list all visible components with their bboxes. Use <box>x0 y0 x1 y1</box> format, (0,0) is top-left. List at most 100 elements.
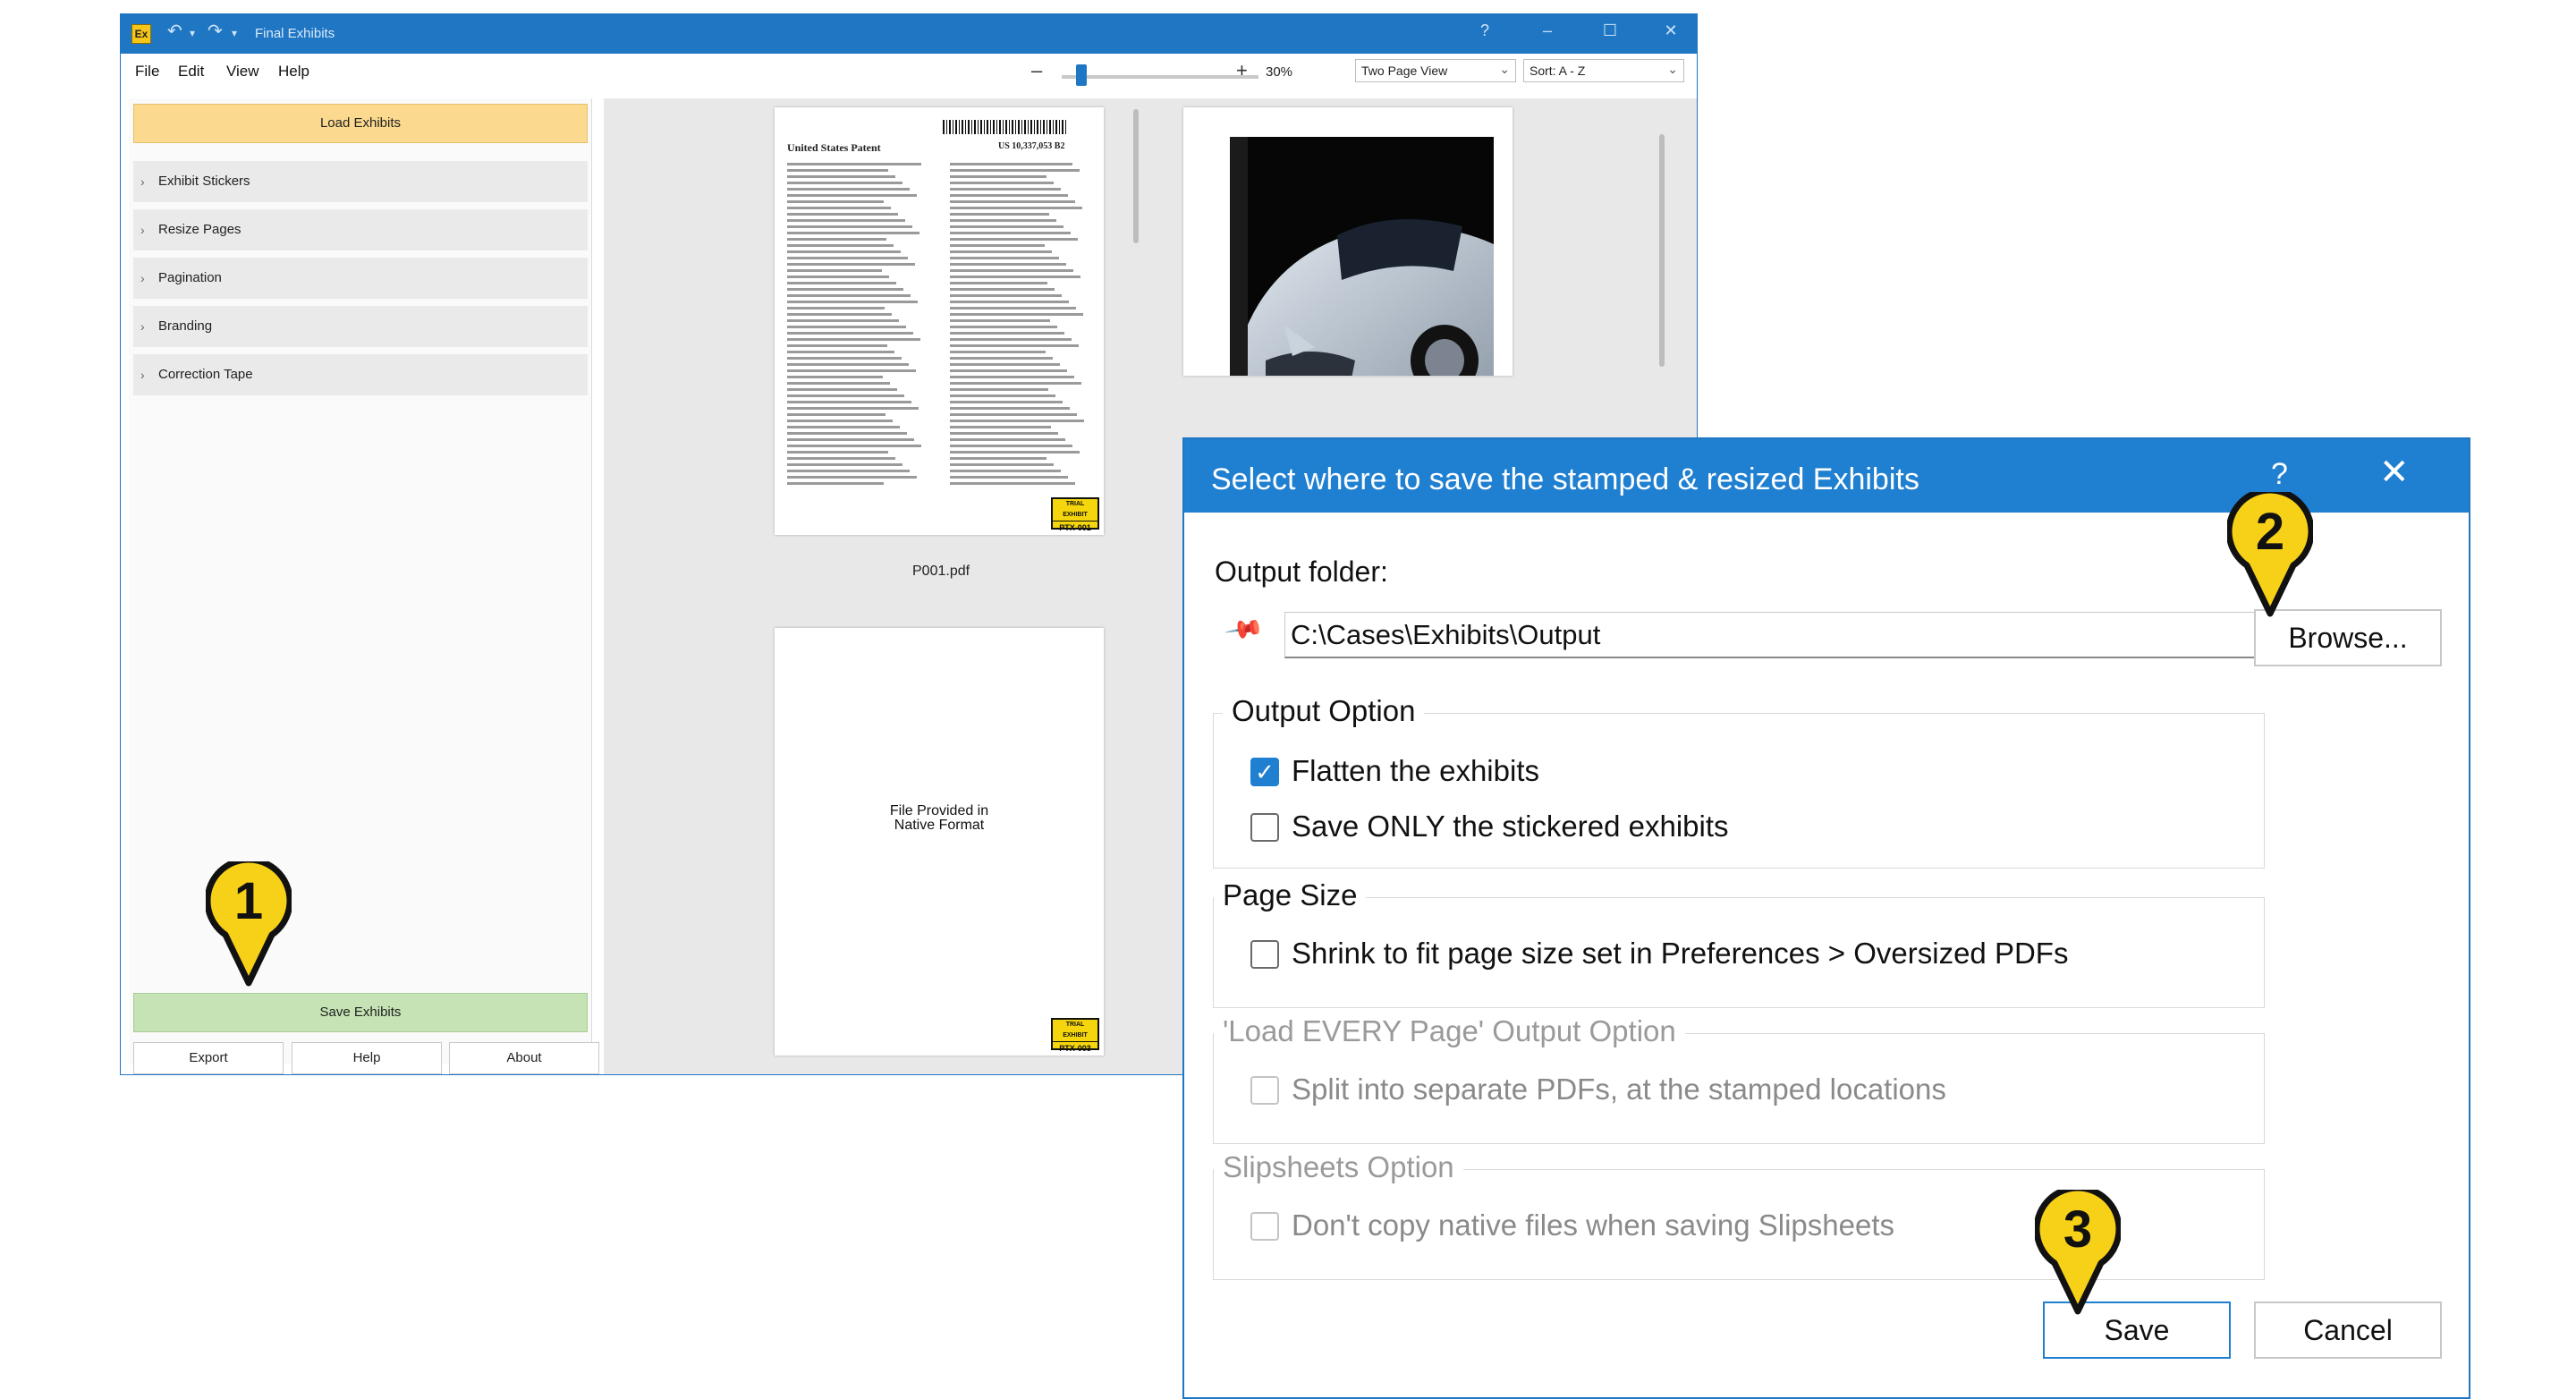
menu-view[interactable]: View <box>226 63 259 81</box>
patent-text-line <box>787 307 885 309</box>
patent-text-line <box>787 476 917 479</box>
patent-text-line <box>950 457 1046 460</box>
patent-text-line <box>950 263 1066 266</box>
scrollbar-right[interactable] <box>1659 134 1665 367</box>
exhibit-page-p003[interactable]: File Provided in Native Format TRIAL EXH… <box>775 628 1104 1056</box>
page-size-title: Page Size <box>1214 878 1367 912</box>
scrollbar-left[interactable] <box>1133 109 1139 243</box>
patent-text-line <box>950 194 1068 197</box>
shrink-checkbox[interactable] <box>1250 940 1279 969</box>
patent-text-line <box>950 269 1073 272</box>
maximize-button[interactable]: ☐ <box>1597 21 1623 40</box>
patent-text-line <box>787 376 883 378</box>
redo-dropdown-icon[interactable]: ▾ <box>232 27 237 39</box>
patent-text-line <box>950 476 1068 479</box>
patent-text-line <box>787 426 900 428</box>
patent-text-line <box>950 313 1083 316</box>
patent-text-line <box>787 382 890 385</box>
patent-text-line <box>950 482 1075 485</box>
save-only-checkbox[interactable] <box>1250 813 1279 842</box>
sort-select[interactable]: Sort: A - Z ⌄ <box>1523 59 1684 82</box>
sticker-number: PTX-001 <box>1059 523 1091 532</box>
zoom-level: 30% <box>1266 64 1293 80</box>
browse-button[interactable]: Browse... <box>2254 609 2442 666</box>
patent-text-line <box>787 445 921 447</box>
patent-text-line <box>787 332 913 335</box>
patent-text-line <box>787 175 895 178</box>
pin-icon[interactable]: 📌 <box>1224 608 1266 650</box>
patent-text-line <box>787 369 916 372</box>
patent-text-line <box>787 401 911 403</box>
menu-edit[interactable]: Edit <box>178 63 204 81</box>
cancel-button[interactable]: Cancel <box>2254 1301 2442 1359</box>
patent-text-line <box>787 482 884 485</box>
left-panel: Load Exhibits › Exhibit Stickers › Resiz… <box>129 98 599 1074</box>
help-button[interactable]: Help <box>292 1042 442 1074</box>
view-mode-select[interactable]: Two Page View ⌄ <box>1355 59 1516 82</box>
flatten-checkbox[interactable]: ✓ <box>1250 758 1279 786</box>
patent-text-line <box>950 338 1072 341</box>
patent-text-line <box>950 388 1048 391</box>
patent-text-line <box>787 357 902 360</box>
patent-text-line <box>787 188 910 191</box>
chevron-down-icon: ⌄ <box>1499 62 1510 76</box>
redo-icon[interactable]: ↷ <box>208 20 223 42</box>
about-button[interactable]: About <box>449 1042 599 1074</box>
dialog-close-icon[interactable]: ✕ <box>2379 452 2410 493</box>
menu-file[interactable]: File <box>135 63 159 81</box>
zoom-in-button[interactable]: + <box>1236 59 1248 82</box>
patent-text-line <box>787 219 905 222</box>
patent-text-line <box>787 163 921 165</box>
dialog-help-icon[interactable]: ? <box>2271 457 2288 492</box>
undo-dropdown-icon[interactable]: ▾ <box>190 27 195 39</box>
patent-text-line <box>950 169 1080 172</box>
patent-text-line <box>950 344 1079 347</box>
patent-text-line <box>787 276 889 278</box>
section-resize-pages[interactable]: › Resize Pages <box>133 209 588 250</box>
patent-text-line <box>950 301 1069 303</box>
patent-text-line <box>950 470 1061 472</box>
chevron-right-icon: › <box>140 319 145 334</box>
undo-icon[interactable]: ↶ <box>167 20 182 42</box>
patent-text-line <box>787 470 910 472</box>
section-branding[interactable]: › Branding <box>133 306 588 347</box>
patent-text-line <box>950 357 1053 360</box>
native-format-text-2: Native Format <box>894 818 985 833</box>
callout-number-2: 2 <box>2256 503 2284 561</box>
page-filename: P001.pdf <box>912 564 970 579</box>
export-button[interactable]: Export <box>133 1042 284 1074</box>
section-label: Correction Tape <box>158 367 253 382</box>
barcode <box>943 120 1068 134</box>
patent-text-line <box>787 394 904 397</box>
output-folder-input[interactable] <box>1284 612 2315 658</box>
minimize-button[interactable]: – <box>1534 21 1561 40</box>
patent-text-line <box>787 313 892 316</box>
zoom-slider[interactable] <box>1062 75 1258 79</box>
exhibit-sticker: TRIAL EXHIBIT PTX-001 <box>1051 497 1099 532</box>
section-label: Branding <box>158 318 213 334</box>
exhibit-page-photo[interactable] <box>1183 107 1513 376</box>
callout-marker-3: 3 <box>2035 1190 2121 1315</box>
patent-text-line <box>950 463 1054 466</box>
section-exhibit-stickers[interactable]: › Exhibit Stickers <box>133 161 588 202</box>
menu-help[interactable]: Help <box>278 63 309 81</box>
zoom-out-button[interactable]: – <box>1031 59 1042 82</box>
shrink-label: Shrink to fit page size set in Preferenc… <box>1292 937 2069 970</box>
help-icon[interactable]: ? <box>1471 21 1498 40</box>
zoom-slider-thumb[interactable] <box>1076 64 1087 86</box>
patent-text-line <box>787 413 886 416</box>
patent-text-line <box>787 301 918 303</box>
close-button[interactable]: ✕ <box>1657 21 1684 40</box>
output-option-title: Output Option <box>1223 694 1425 728</box>
callout-number-1: 1 <box>234 872 263 930</box>
car-photo-image <box>1230 137 1494 376</box>
load-exhibits-button[interactable]: Load Exhibits <box>133 104 588 143</box>
exhibit-page-p001[interactable]: United States Patent US 10,337,053 B2 TR… <box>775 107 1104 535</box>
section-correction-tape[interactable]: › Correction Tape <box>133 354 588 395</box>
chevron-right-icon: › <box>140 271 145 285</box>
patent-text-line <box>950 225 1063 228</box>
save-exhibits-button[interactable]: Save Exhibits <box>133 993 588 1032</box>
chevron-down-icon: ⌄ <box>1667 62 1678 76</box>
section-pagination[interactable]: › Pagination <box>133 258 588 299</box>
patent-text-line <box>787 407 919 410</box>
